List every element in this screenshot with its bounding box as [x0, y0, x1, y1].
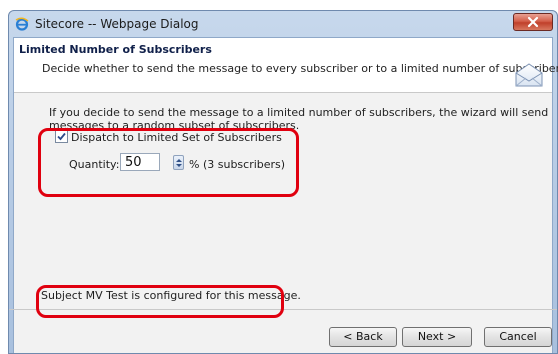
window-title: Sitecore -- Webpage Dialog: [35, 17, 199, 31]
page-title: Limited Number of Subscribers: [19, 43, 212, 56]
title-bar[interactable]: Sitecore -- Webpage Dialog: [9, 11, 557, 37]
envelope-icon: [514, 62, 544, 88]
back-button[interactable]: < Back: [329, 327, 397, 347]
cancel-button[interactable]: Cancel: [484, 327, 552, 347]
wizard-header: Limited Number of Subscribers Decide whe…: [14, 38, 558, 93]
close-icon: [527, 16, 539, 28]
highlight-box-status: [36, 285, 284, 318]
next-button[interactable]: Next >: [402, 327, 472, 347]
highlight-box-options: [38, 128, 299, 197]
close-button[interactable]: [513, 13, 553, 31]
ie-icon: [15, 17, 29, 31]
page-description: Decide whether to send the message to ev…: [42, 62, 558, 75]
